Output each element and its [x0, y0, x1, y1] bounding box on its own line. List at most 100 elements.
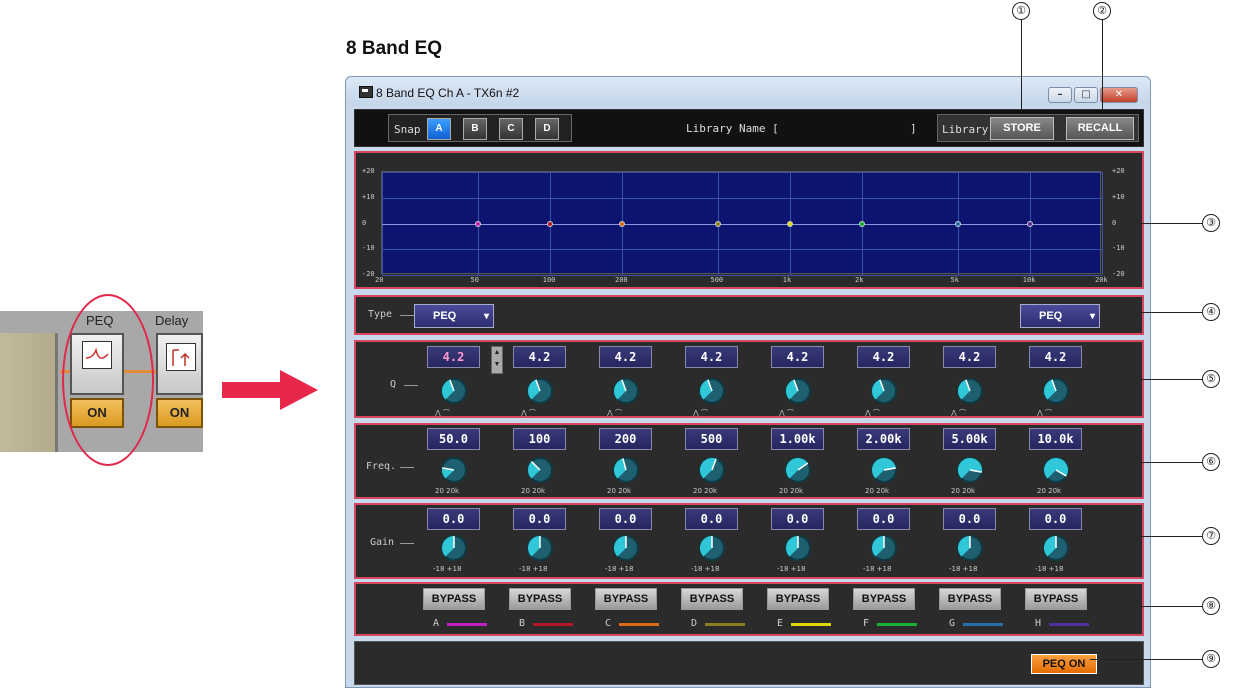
band-color-d: [705, 623, 745, 626]
freq-value-g[interactable]: 5.00k: [943, 428, 996, 450]
bypass-button-b[interactable]: BYPASS: [509, 588, 571, 610]
minimize-icon[interactable]: –: [1048, 87, 1072, 103]
freq-value-c[interactable]: 200: [599, 428, 652, 450]
footer-bar: PEQ ON: [354, 641, 1144, 685]
gain-value-b[interactable]: 0.0: [513, 508, 566, 530]
snap-a-button[interactable]: A: [427, 118, 451, 140]
band-label-h: H: [1035, 618, 1042, 629]
gain-value-h[interactable]: 0.0: [1029, 508, 1082, 530]
bypass-button-d[interactable]: BYPASS: [681, 588, 743, 610]
x-tick: 20: [375, 276, 384, 284]
gain-knob-f[interactable]: [871, 535, 897, 561]
q-value-c[interactable]: 4.2: [599, 346, 652, 368]
recall-button[interactable]: RECALL: [1066, 117, 1134, 140]
x-tick: 10k: [1022, 276, 1036, 284]
q-value-g[interactable]: 4.2: [943, 346, 996, 368]
freq-range-label: 20 20k: [607, 487, 632, 495]
bypass-button-c[interactable]: BYPASS: [595, 588, 657, 610]
title-bar[interactable]: 8 Band EQ Ch A - TX6n #2 – □ ✕: [346, 77, 1150, 105]
freq-value-b[interactable]: 100: [513, 428, 566, 450]
gain-knob-g[interactable]: [957, 535, 983, 561]
gain-value-a[interactable]: 0.0: [427, 508, 480, 530]
y-tick-left: +20: [362, 167, 375, 175]
snap-b-button[interactable]: B: [463, 118, 487, 140]
q-knob-c[interactable]: [613, 378, 639, 404]
q-stepper[interactable]: ▲ ▼: [491, 346, 503, 374]
freq-range-label: 20 20k: [693, 487, 718, 495]
q-value-e[interactable]: 4.2: [771, 346, 824, 368]
bypass-button-h[interactable]: BYPASS: [1025, 588, 1087, 610]
gain-value-e[interactable]: 0.0: [771, 508, 824, 530]
freq-knob-g[interactable]: [957, 457, 983, 483]
snap-c-button[interactable]: C: [499, 118, 523, 140]
snap-d-button[interactable]: D: [535, 118, 559, 140]
freq-knob-f[interactable]: [871, 457, 897, 483]
freq-knob-c[interactable]: [613, 457, 639, 483]
band-color-f: [877, 623, 917, 626]
x-tick: 2k: [855, 276, 864, 284]
delay-block[interactable]: [156, 333, 203, 395]
close-icon[interactable]: ✕: [1100, 87, 1138, 103]
gain-value-c[interactable]: 0.0: [599, 508, 652, 530]
q-range-icons: ⋀ ⌒: [1037, 409, 1052, 417]
callout-leader: [1021, 20, 1022, 112]
bypass-button-f[interactable]: BYPASS: [853, 588, 915, 610]
q-knob-h[interactable]: [1043, 378, 1069, 404]
delay-on-button[interactable]: ON: [156, 398, 203, 428]
freq-knob-b[interactable]: [527, 457, 553, 483]
q-knob-a[interactable]: [441, 378, 467, 404]
gain-knob-e[interactable]: [785, 535, 811, 561]
gain-range-label: -18 +18: [1035, 565, 1064, 573]
type-dropdown-high[interactable]: PEQ ▾: [1020, 304, 1100, 328]
gain-knob-a[interactable]: [441, 535, 467, 561]
freq-value-e[interactable]: 1.00k: [771, 428, 824, 450]
gain-knob-c[interactable]: [613, 535, 639, 561]
freq-value-a[interactable]: 50.0: [427, 428, 480, 450]
peq-on-button[interactable]: PEQ ON: [1031, 654, 1097, 674]
gain-knob-h[interactable]: [1043, 535, 1069, 561]
q-value-b[interactable]: 4.2: [513, 346, 566, 368]
x-tick: 100: [542, 276, 556, 284]
store-button[interactable]: STORE: [990, 117, 1054, 140]
freq-value-h[interactable]: 10.0k: [1029, 428, 1082, 450]
q-knob-g[interactable]: [957, 378, 983, 404]
gain-value-g[interactable]: 0.0: [943, 508, 996, 530]
bypass-button-g[interactable]: BYPASS: [939, 588, 1001, 610]
window-title: 8 Band EQ Ch A - TX6n #2: [376, 86, 520, 100]
freq-range-label: 20 20k: [779, 487, 804, 495]
y-tick-right: -10: [1112, 244, 1125, 253]
type-dropdown-low[interactable]: PEQ ▾: [414, 304, 494, 328]
x-tick: 20k: [1095, 276, 1108, 284]
q-knob-e[interactable]: [785, 378, 811, 404]
chevron-down-icon: ▾: [1089, 311, 1095, 322]
gain-value-d[interactable]: 0.0: [685, 508, 738, 530]
freq-value-f[interactable]: 2.00k: [857, 428, 910, 450]
q-value-d[interactable]: 4.2: [685, 346, 738, 368]
q-range-icons: ⋀ ⌒: [435, 409, 450, 417]
q-value-a[interactable]: 4.2: [427, 346, 480, 368]
q-knob-d[interactable]: [699, 378, 725, 404]
bypass-button-e[interactable]: BYPASS: [767, 588, 829, 610]
q-value-h[interactable]: 4.2: [1029, 346, 1082, 368]
x-tick: 50: [470, 276, 479, 284]
q-knob-b[interactable]: [527, 378, 553, 404]
freq-knob-d[interactable]: [699, 457, 725, 483]
freq-knob-h[interactable]: [1043, 457, 1069, 483]
gain-range-label: -18 +18: [691, 565, 720, 573]
freq-knob-a[interactable]: [441, 457, 467, 483]
gain-value-f[interactable]: 0.0: [857, 508, 910, 530]
q-value-f[interactable]: 4.2: [857, 346, 910, 368]
gain-knob-b[interactable]: [527, 535, 553, 561]
y-tick-left: +10: [362, 192, 375, 201]
q-knob-f[interactable]: [871, 378, 897, 404]
callout-leader: [1090, 659, 1202, 660]
gain-knob-d[interactable]: [699, 535, 725, 561]
freq-label: Freq.: [366, 461, 397, 472]
freq-knob-e[interactable]: [785, 457, 811, 483]
maximize-icon[interactable]: □: [1074, 87, 1098, 103]
y-tick-right: -20: [1112, 270, 1125, 278]
callout-7: ⑦: [1202, 527, 1220, 545]
x-tick: 5k: [950, 276, 959, 284]
bypass-button-a[interactable]: BYPASS: [423, 588, 485, 610]
freq-value-d[interactable]: 500: [685, 428, 738, 450]
